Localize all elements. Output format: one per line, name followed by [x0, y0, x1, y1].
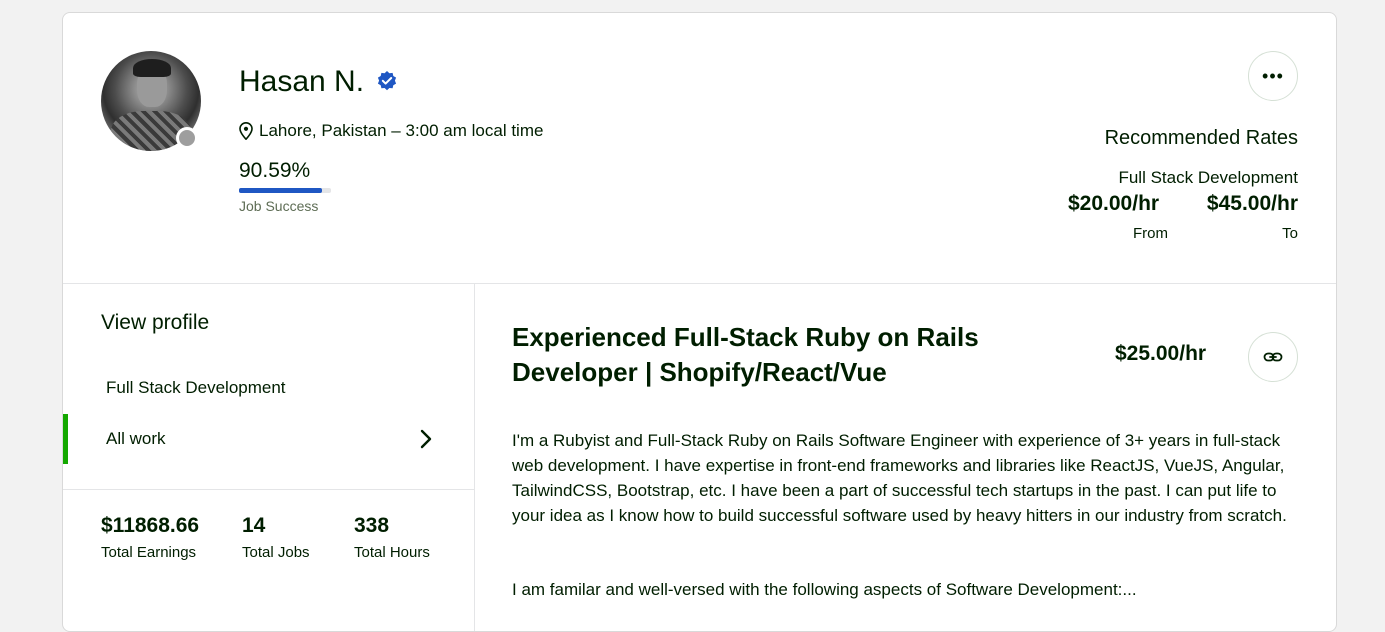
rate-from-value: $20.00/hr [1068, 192, 1160, 215]
stat-total-earnings: $11868.66 Total Earnings [101, 514, 199, 561]
location-text: Lahore, Pakistan – 3:00 am local time [259, 121, 544, 140]
more-options-button[interactable]: ••• [1248, 51, 1298, 101]
sidebar-item-label: Full Stack Development [106, 378, 286, 397]
profile-overview-continued: I am familar and well-versed with the fo… [512, 580, 1137, 599]
stat-label: Total Hours [354, 544, 430, 561]
profile-main: Experienced Full-Stack Ruby on Rails Dev… [475, 284, 1336, 631]
rates-specialty: Full Stack Development [1118, 168, 1298, 187]
sidebar-item-full-stack-development[interactable]: Full Stack Development [63, 363, 474, 413]
sidebar: View profile Full Stack Development All … [63, 284, 475, 631]
rate-from-label: From [1133, 225, 1168, 242]
job-success-value: 90.59% [239, 159, 311, 182]
hourly-rate: $25.00/hr [1115, 342, 1207, 365]
location-pin-icon [239, 122, 253, 140]
profile-overview: I'm a Rubyist and Full-Stack Ruby on Rai… [512, 431, 1287, 525]
stat-value: 14 [242, 514, 266, 537]
stat-value: $11868.66 [101, 514, 200, 537]
job-success-bar [239, 188, 331, 193]
online-status-icon [176, 127, 198, 149]
location: Lahore, Pakistan – 3:00 am local time [239, 121, 543, 141]
more-horizontal-icon: ••• [1262, 65, 1284, 86]
avatar-hair [133, 59, 171, 77]
link-icon [1263, 352, 1283, 362]
sidebar-item-label: All work [106, 429, 166, 448]
rate-to-label: To [1282, 225, 1298, 242]
chevron-right-icon [420, 429, 432, 449]
sidebar-item-all-work[interactable]: All work [63, 414, 474, 464]
stat-label: Total Jobs [242, 544, 310, 561]
view-profile-heading: View profile [101, 311, 210, 334]
profile-title: Experienced Full-Stack Ruby on Rails Dev… [512, 322, 979, 387]
stat-value: 338 [354, 514, 390, 537]
profile-card: Hasan N. Lahore, Pakistan – 3:00 am loca… [62, 12, 1337, 632]
stat-total-jobs: 14 Total Jobs [242, 514, 310, 561]
rate-to-value: $45.00/hr [1206, 192, 1298, 215]
stat-label: Total Earnings [101, 544, 197, 561]
copy-link-button[interactable] [1248, 332, 1298, 382]
freelancer-name: Hasan N. [239, 65, 365, 98]
recommended-rates-title: Recommended Rates [1104, 127, 1298, 149]
stat-total-hours: 338 Total Hours [354, 514, 430, 561]
profile-header: Hasan N. Lahore, Pakistan – 3:00 am loca… [63, 13, 1336, 284]
active-indicator [63, 414, 68, 464]
job-success-fill [239, 188, 323, 193]
divider [63, 489, 474, 490]
verified-badge-icon [377, 71, 397, 91]
job-success-label: Job Success [239, 198, 319, 214]
